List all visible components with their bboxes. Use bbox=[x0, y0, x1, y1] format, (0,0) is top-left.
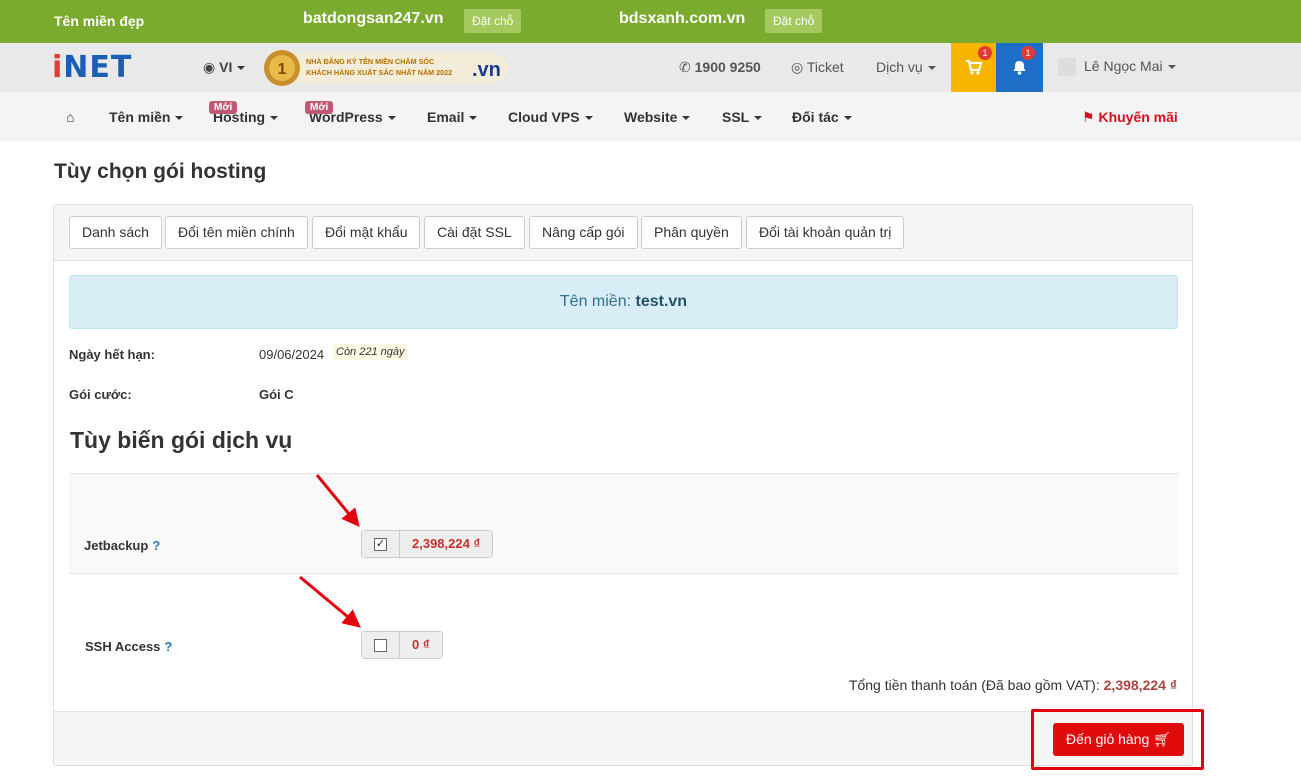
arrow-icon bbox=[315, 474, 360, 527]
annotation-arrows bbox=[299, 474, 361, 628]
arrow-icon bbox=[299, 575, 361, 628]
